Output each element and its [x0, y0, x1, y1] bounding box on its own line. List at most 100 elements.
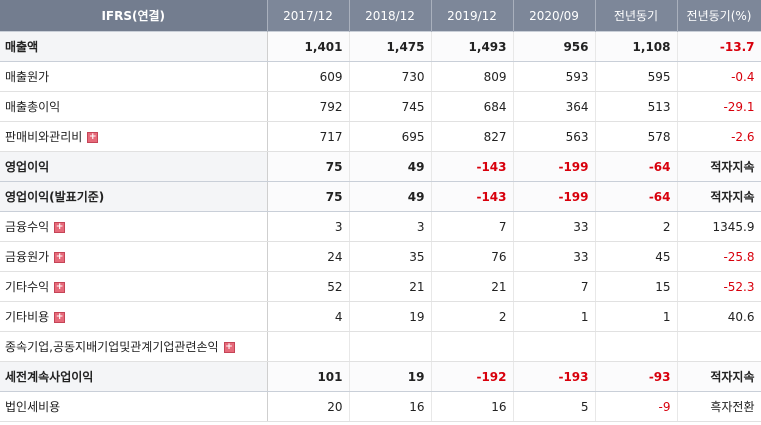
table-cell	[677, 331, 761, 362]
table-cell	[349, 331, 432, 362]
header-row: IFRS(연결) 2017/12 2018/12 2019/12 2020/09…	[0, 0, 761, 32]
table-cell: -0.4	[677, 61, 761, 92]
table-cell: 1345.9	[677, 211, 761, 242]
table-cell: -2.6	[677, 121, 761, 152]
row-label-text: 법인세비용	[5, 400, 61, 414]
plus-box-icon[interactable]: +	[223, 342, 235, 353]
table-cell: 76	[431, 241, 514, 272]
table-cell: 792	[267, 91, 350, 122]
row-label: 금융원가 +	[0, 241, 268, 272]
table-cell: -199	[513, 151, 596, 182]
header-2019: 2019/12	[431, 0, 514, 32]
table-cell: 1	[513, 301, 596, 332]
table-cell: 578	[595, 121, 678, 152]
table-cell: -29.1	[677, 91, 761, 122]
header-prev-period: 전년동기	[595, 0, 678, 32]
row-label-text: 매출액	[5, 40, 39, 54]
table-row: 세전계속사업이익 101 19 -192 -193 -93 적자지속	[0, 361, 761, 392]
table-cell: 35	[349, 241, 432, 272]
table-cell: -64	[595, 151, 678, 182]
table-cell	[431, 331, 514, 362]
table-cell: -25.8	[677, 241, 761, 272]
table-cell: 45	[595, 241, 678, 272]
table-row: 법인세비용 20 16 16 5 -9 흑자전환	[0, 391, 761, 422]
table-cell	[267, 331, 350, 362]
table-cell	[595, 331, 678, 362]
table-cell: 16	[431, 391, 514, 422]
table-cell: 19	[349, 301, 432, 332]
row-label-text: 금융원가	[5, 250, 50, 264]
table-row: 매출액 1,401 1,475 1,493 956 1,108 -13.7	[0, 31, 761, 62]
table-cell	[513, 331, 596, 362]
table-cell: 19	[349, 361, 432, 392]
table-cell: 21	[349, 271, 432, 302]
row-label: 매출액	[0, 31, 268, 62]
table-cell: -143	[431, 151, 514, 182]
table-cell: 49	[349, 151, 432, 182]
table-cell: 513	[595, 91, 678, 122]
table-cell: -93	[595, 361, 678, 392]
row-label: 종속기업,공동지배기업및관계기업관련손익 +	[0, 331, 268, 362]
header-2020-09: 2020/09	[513, 0, 596, 32]
row-label: 영업이익	[0, 151, 268, 182]
row-label-text: 매출총이익	[5, 100, 61, 114]
table-cell: 20	[267, 391, 350, 422]
table-cell: 흑자전환	[677, 391, 761, 422]
table-row: 매출총이익 792 745 684 364 513 -29.1	[0, 91, 761, 122]
table-cell: -9	[595, 391, 678, 422]
table-cell: -193	[513, 361, 596, 392]
table-cell: 595	[595, 61, 678, 92]
table-cell: 101	[267, 361, 350, 392]
table-row: 매출원가 609 730 809 593 595 -0.4	[0, 61, 761, 92]
table-row: 금융원가 +24 35 76 33 45 -25.8	[0, 241, 761, 272]
table-cell: -13.7	[677, 31, 761, 62]
row-label: 법인세비용	[0, 391, 268, 422]
table-cell: 7	[431, 211, 514, 242]
table-cell: 745	[349, 91, 432, 122]
table-cell: 3	[267, 211, 350, 242]
table-cell: 33	[513, 241, 596, 272]
row-label: 금융수익 +	[0, 211, 268, 242]
row-label-text: 기타비용	[5, 310, 50, 324]
table-cell: 40.6	[677, 301, 761, 332]
table-cell: 563	[513, 121, 596, 152]
table-cell: 1,108	[595, 31, 678, 62]
table-cell: -52.3	[677, 271, 761, 302]
plus-box-icon[interactable]: +	[54, 222, 66, 233]
table-cell: 364	[513, 91, 596, 122]
plus-box-icon[interactable]: +	[87, 132, 99, 143]
table-cell: 809	[431, 61, 514, 92]
row-label-text: 금융수익	[5, 220, 50, 234]
table-cell: 956	[513, 31, 596, 62]
table-cell: -192	[431, 361, 514, 392]
table-cell: 4	[267, 301, 350, 332]
table-cell: 2	[431, 301, 514, 332]
table-cell: -199	[513, 181, 596, 212]
table-row: 기타수익 +52 21 21 7 15 -52.3	[0, 271, 761, 302]
plus-box-icon[interactable]: +	[54, 282, 66, 293]
row-label: 영업이익(발표기준)	[0, 181, 268, 212]
table-cell: 5	[513, 391, 596, 422]
table-cell: 3	[349, 211, 432, 242]
row-label: 매출원가	[0, 61, 268, 92]
table-cell: 21	[431, 271, 514, 302]
table-row: 영업이익(발표기준) 75 49 -143 -199 -64 적자지속	[0, 181, 761, 212]
header-prev-period-pct: 전년동기(%)	[677, 0, 761, 32]
plus-box-icon[interactable]: +	[54, 252, 66, 263]
header-2017: 2017/12	[267, 0, 350, 32]
row-label: 판매비와관리비 +	[0, 121, 268, 152]
header-ifrs[interactable]: IFRS(연결)	[0, 0, 268, 32]
table-cell: 33	[513, 211, 596, 242]
table-cell: -143	[431, 181, 514, 212]
row-label: 기타수익 +	[0, 271, 268, 302]
row-label-text: 영업이익(발표기준)	[5, 190, 105, 204]
plus-box-icon[interactable]: +	[54, 312, 66, 323]
financial-table: IFRS(연결) 2017/12 2018/12 2019/12 2020/09…	[0, 0, 761, 422]
table-cell: 2	[595, 211, 678, 242]
table-cell: 7	[513, 271, 596, 302]
row-label-text: 세전계속사업이익	[5, 370, 94, 384]
table-cell: 684	[431, 91, 514, 122]
table-cell: 717	[267, 121, 350, 152]
table-cell: 24	[267, 241, 350, 272]
table-cell: 75	[267, 151, 350, 182]
